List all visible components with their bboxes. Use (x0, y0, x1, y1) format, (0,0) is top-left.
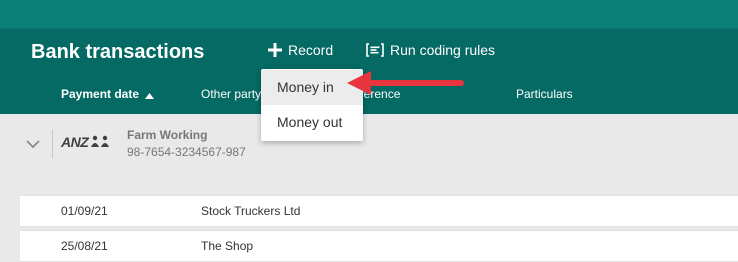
column-particulars[interactable]: Particulars (516, 87, 573, 101)
transaction-party: Stock Truckers Ltd (201, 204, 301, 218)
account-name: Farm Working (127, 128, 208, 142)
table-row[interactable]: 01/09/21 Stock Truckers Ltd (20, 195, 738, 227)
account-divider (52, 130, 53, 158)
transaction-date: 25/08/21 (61, 239, 108, 253)
menu-item-money-out[interactable]: Money out (261, 105, 363, 140)
run-coding-rules-label: Run coding rules (390, 42, 496, 58)
column-other-party[interactable]: Other party (201, 87, 261, 101)
annotation-arrow (347, 71, 464, 95)
anz-logo: ANZ (61, 134, 112, 150)
column-payment-date[interactable]: Payment date (61, 87, 155, 102)
page-title: Bank transactions (31, 41, 205, 63)
plus-icon (268, 43, 282, 57)
record-button[interactable]: Record (268, 42, 333, 58)
top-bar (0, 0, 738, 28)
record-button-label: Record (288, 42, 334, 58)
sort-ascending-icon (145, 88, 155, 102)
table-row[interactable]: 25/08/21 The Shop (20, 230, 738, 262)
chevron-down-icon[interactable] (26, 136, 40, 154)
transaction-date: 01/09/21 (61, 204, 108, 218)
account-number: 98-7654-3234567-987 (127, 145, 246, 159)
run-coding-rules-button[interactable]: Run coding rules (366, 42, 495, 58)
coding-rules-icon (366, 43, 384, 57)
anz-people-icon (91, 135, 110, 147)
column-payment-date-label: Payment date (61, 87, 140, 101)
bank-account-header: ANZ Farm Working 98-7654-3234567-987 (0, 114, 738, 194)
transaction-party: The Shop (201, 239, 254, 253)
